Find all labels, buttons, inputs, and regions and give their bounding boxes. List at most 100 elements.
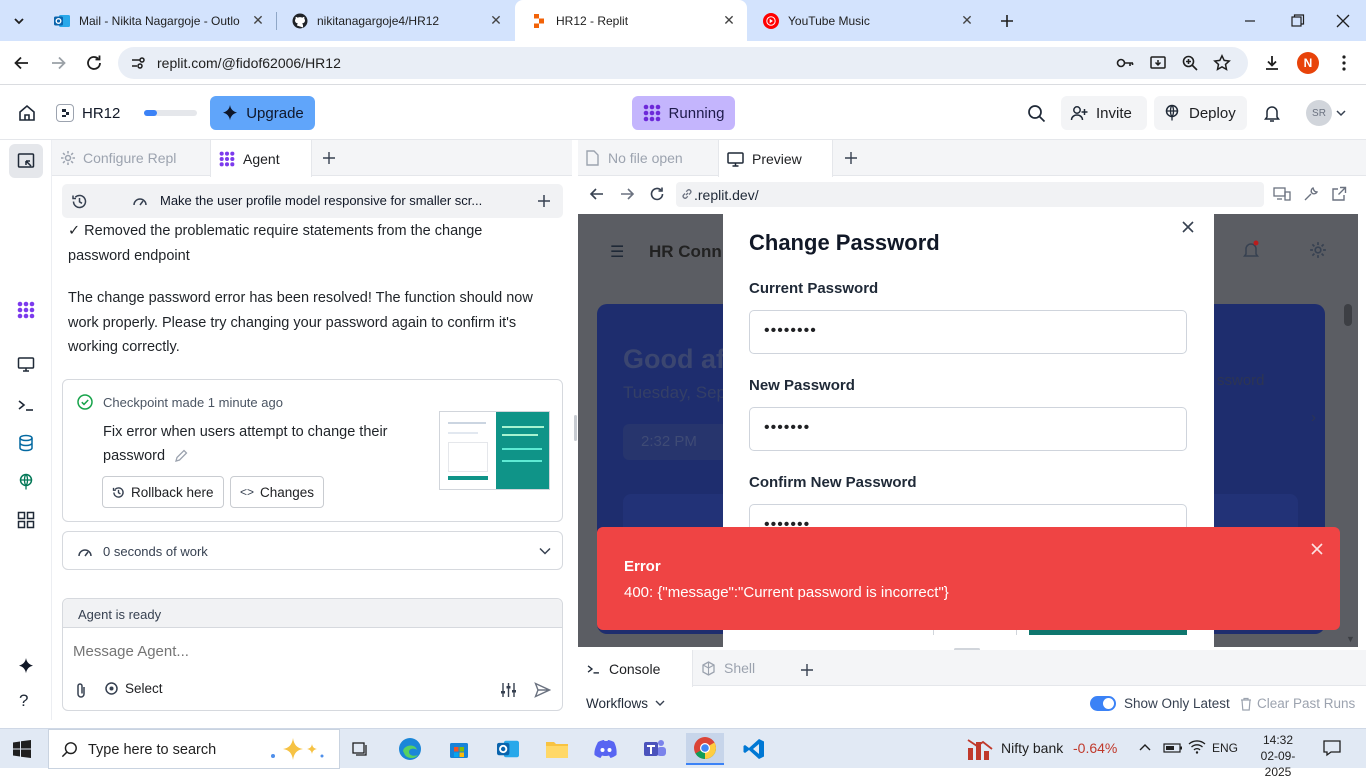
home-icon[interactable] xyxy=(17,103,37,123)
minimize-window-icon[interactable] xyxy=(1240,12,1260,30)
outlook-taskbar-icon[interactable] xyxy=(492,733,524,765)
toggle-switch[interactable] xyxy=(1090,696,1116,711)
browser-menu-icon[interactable] xyxy=(1334,53,1354,73)
teams-icon[interactable] xyxy=(639,733,671,765)
close-tab-icon[interactable]: ✕ xyxy=(488,12,504,28)
language-indicator[interactable]: ENG xyxy=(1212,741,1238,755)
device-toggle-icon[interactable] xyxy=(1273,186,1291,202)
browser-tab-replit[interactable]: HR12 - Replit ✕ xyxy=(515,0,747,41)
invite-button[interactable]: Invite xyxy=(1061,96,1147,130)
deployments-tool-icon[interactable] xyxy=(17,473,35,491)
show-only-latest-toggle[interactable]: Show Only Latest xyxy=(1090,696,1230,711)
help-icon[interactable]: ? xyxy=(19,691,28,711)
chrome-icon[interactable] xyxy=(686,733,724,765)
preview-url-bar[interactable]: .replit.dev/ xyxy=(676,182,1264,207)
tab-console[interactable]: Console xyxy=(578,650,693,687)
message-agent-input[interactable] xyxy=(73,637,543,665)
password-key-icon[interactable] xyxy=(1116,55,1134,71)
panel-resize-handle[interactable] xyxy=(574,415,577,441)
file-tree-toggle-icon[interactable] xyxy=(9,144,43,178)
discord-icon[interactable] xyxy=(590,733,622,765)
wifi-icon[interactable] xyxy=(1188,739,1206,755)
upgrade-button[interactable]: Upgrade xyxy=(210,96,315,130)
tab-search-dropdown-icon[interactable] xyxy=(8,10,30,32)
tab-shell[interactable]: Shell xyxy=(701,650,791,686)
scroll-down-arrow-icon[interactable]: ▼ xyxy=(1346,634,1355,644)
all-tools-grid-icon[interactable] xyxy=(17,511,35,529)
tray-chevron-up-icon[interactable] xyxy=(1139,742,1151,752)
close-window-icon[interactable] xyxy=(1333,12,1353,30)
task-view-icon[interactable] xyxy=(344,733,376,765)
address-bar[interactable]: replit.com/@fidof62006/HR12 xyxy=(118,47,1248,79)
close-tab-icon[interactable]: ✕ xyxy=(250,12,266,28)
preview-reload-icon[interactable] xyxy=(649,186,665,202)
vscode-icon[interactable] xyxy=(738,733,770,765)
bookmark-star-icon[interactable] xyxy=(1213,54,1231,72)
new-tab-icon[interactable] xyxy=(996,10,1018,32)
deploy-button[interactable]: Deploy xyxy=(1154,96,1247,130)
file-explorer-icon[interactable] xyxy=(541,733,573,765)
notifications-bell-icon[interactable] xyxy=(1263,104,1281,123)
tab-configure-repl[interactable]: Configure Repl xyxy=(60,140,210,176)
chevron-down-icon[interactable] xyxy=(539,547,551,555)
rollback-button[interactable]: Rollback here xyxy=(102,476,224,508)
sparkle-ai-icon[interactable] xyxy=(17,657,35,675)
restore-window-icon[interactable] xyxy=(1287,12,1307,30)
preview-forward-icon[interactable] xyxy=(619,187,635,201)
preview-back-icon[interactable] xyxy=(589,187,605,201)
site-info-icon[interactable] xyxy=(130,55,146,71)
settings-sliders-icon[interactable] xyxy=(500,682,517,698)
console-tool-icon[interactable] xyxy=(17,396,35,414)
changes-button[interactable]: <> Changes xyxy=(230,476,325,508)
browser-tab-youtube-music[interactable]: YouTube Music ✕ xyxy=(747,0,985,41)
preview-tool-icon[interactable] xyxy=(17,355,35,373)
checkpoint-screenshot-thumbnail[interactable] xyxy=(439,411,550,490)
new-thread-icon[interactable] xyxy=(537,194,551,208)
new-password-input[interactable]: ••••••• xyxy=(749,407,1187,451)
devtools-wrench-icon[interactable] xyxy=(1303,186,1319,202)
browser-tab-outlook[interactable]: Mail - Nikita Nagargoje - Outlo ✕ xyxy=(38,0,276,41)
add-tab-icon[interactable] xyxy=(800,663,814,677)
preview-scrollbar[interactable] xyxy=(1344,304,1352,326)
select-element-button[interactable]: Select xyxy=(104,681,163,696)
close-toast-icon[interactable] xyxy=(1311,543,1323,555)
notification-center-icon[interactable] xyxy=(1322,739,1342,757)
edit-pencil-icon[interactable] xyxy=(173,448,189,464)
work-summary-row[interactable]: 0 seconds of work xyxy=(62,531,563,570)
reload-icon[interactable] xyxy=(84,53,104,73)
back-icon[interactable] xyxy=(12,53,32,73)
close-tab-icon[interactable]: ✕ xyxy=(959,12,975,28)
close-tab-icon[interactable]: ✕ xyxy=(721,12,737,28)
edge-icon[interactable] xyxy=(394,733,426,765)
tab-agent[interactable]: Agent xyxy=(210,140,312,177)
database-tool-icon[interactable] xyxy=(18,434,34,452)
add-tab-icon[interactable] xyxy=(844,151,858,165)
chevron-down-icon[interactable] xyxy=(1336,109,1346,117)
agent-tool-icon[interactable] xyxy=(17,301,35,319)
clock[interactable]: 14:32 02-09-2025 xyxy=(1250,732,1306,780)
workflows-dropdown[interactable]: Workflows xyxy=(586,696,665,711)
close-modal-icon[interactable] xyxy=(1181,220,1195,234)
windows-start-icon[interactable] xyxy=(6,733,38,765)
run-status-button[interactable]: Running xyxy=(632,96,735,130)
project-name-button[interactable]: HR12 xyxy=(56,101,120,125)
user-avatar[interactable]: SR xyxy=(1306,100,1332,126)
battery-icon[interactable] xyxy=(1163,740,1183,756)
attach-paperclip-icon[interactable] xyxy=(74,682,88,699)
send-icon[interactable] xyxy=(534,682,551,698)
profile-avatar[interactable]: N xyxy=(1297,52,1319,74)
zoom-icon[interactable] xyxy=(1181,54,1199,72)
downloads-icon[interactable] xyxy=(1262,53,1282,73)
current-password-input[interactable]: •••••••• xyxy=(749,310,1187,354)
tab-preview[interactable]: Preview xyxy=(718,140,833,177)
history-icon[interactable] xyxy=(71,193,88,210)
clear-past-runs-button[interactable]: Clear Past Runs xyxy=(1240,696,1355,711)
install-app-icon[interactable] xyxy=(1149,54,1167,72)
open-new-window-icon[interactable] xyxy=(1331,186,1347,202)
market-name[interactable]: Nifty bank xyxy=(1001,740,1063,756)
microsoft-store-icon[interactable] xyxy=(443,733,475,765)
browser-tab-github[interactable]: nikitanagargoje4/HR12 ✕ xyxy=(276,0,514,41)
taskbar-search-box[interactable]: Type here to search xyxy=(48,729,340,769)
tab-no-file[interactable]: No file open xyxy=(586,140,716,176)
forward-icon[interactable] xyxy=(48,53,68,73)
